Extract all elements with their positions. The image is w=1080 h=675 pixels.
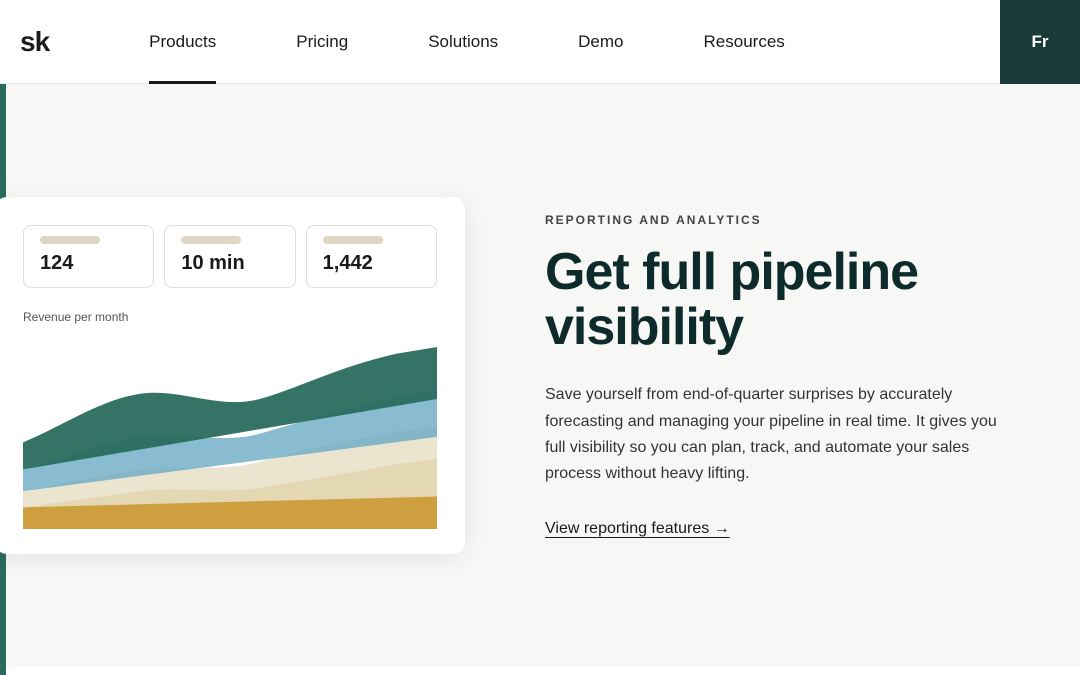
metric-bar-1 xyxy=(40,236,100,244)
cta-link[interactable]: View reporting features → xyxy=(545,520,1020,538)
metric-box-1: 124 xyxy=(23,225,154,288)
nav-cta-button[interactable]: Fr xyxy=(1000,0,1080,84)
nav-item-solutions[interactable]: Solutions xyxy=(388,0,538,84)
metric-value-3: 1,442 xyxy=(323,252,420,275)
revenue-chart xyxy=(23,334,437,529)
chart-label: Revenue per month xyxy=(23,310,437,324)
metric-box-2: 10 min xyxy=(164,225,295,288)
headline-line1: Get full pipeline xyxy=(545,243,918,301)
dashboard-card: 124 10 min 1,442 Revenue per month xyxy=(0,197,465,554)
nav-item-products[interactable]: Products xyxy=(109,0,256,84)
metrics-row: 124 10 min 1,442 xyxy=(23,225,437,288)
nav-item-demo[interactable]: Demo xyxy=(538,0,663,84)
description: Save yourself from end-of-quarter surpri… xyxy=(545,382,1020,488)
metric-value-2: 10 min xyxy=(181,252,278,275)
content-right: REPORTING AND ANALYTICS Get full pipelin… xyxy=(465,213,1020,538)
nav-item-pricing[interactable]: Pricing xyxy=(256,0,388,84)
metric-box-3: 1,442 xyxy=(306,225,437,288)
metric-value-1: 124 xyxy=(40,252,137,275)
logo: sk xyxy=(20,26,49,58)
headline-line2: visibility xyxy=(545,298,743,356)
main-content: 124 10 min 1,442 Revenue per month xyxy=(0,84,1080,667)
headline: Get full pipeline visibility xyxy=(545,245,1020,354)
metric-bar-2 xyxy=(181,236,241,244)
nav-links: Products Pricing Solutions Demo Resource… xyxy=(109,0,1080,84)
navbar: sk Products Pricing Solutions Demo Resou… xyxy=(0,0,1080,84)
section-label: REPORTING AND ANALYTICS xyxy=(545,213,1020,227)
nav-item-resources[interactable]: Resources xyxy=(664,0,825,84)
metric-bar-3 xyxy=(323,236,383,244)
